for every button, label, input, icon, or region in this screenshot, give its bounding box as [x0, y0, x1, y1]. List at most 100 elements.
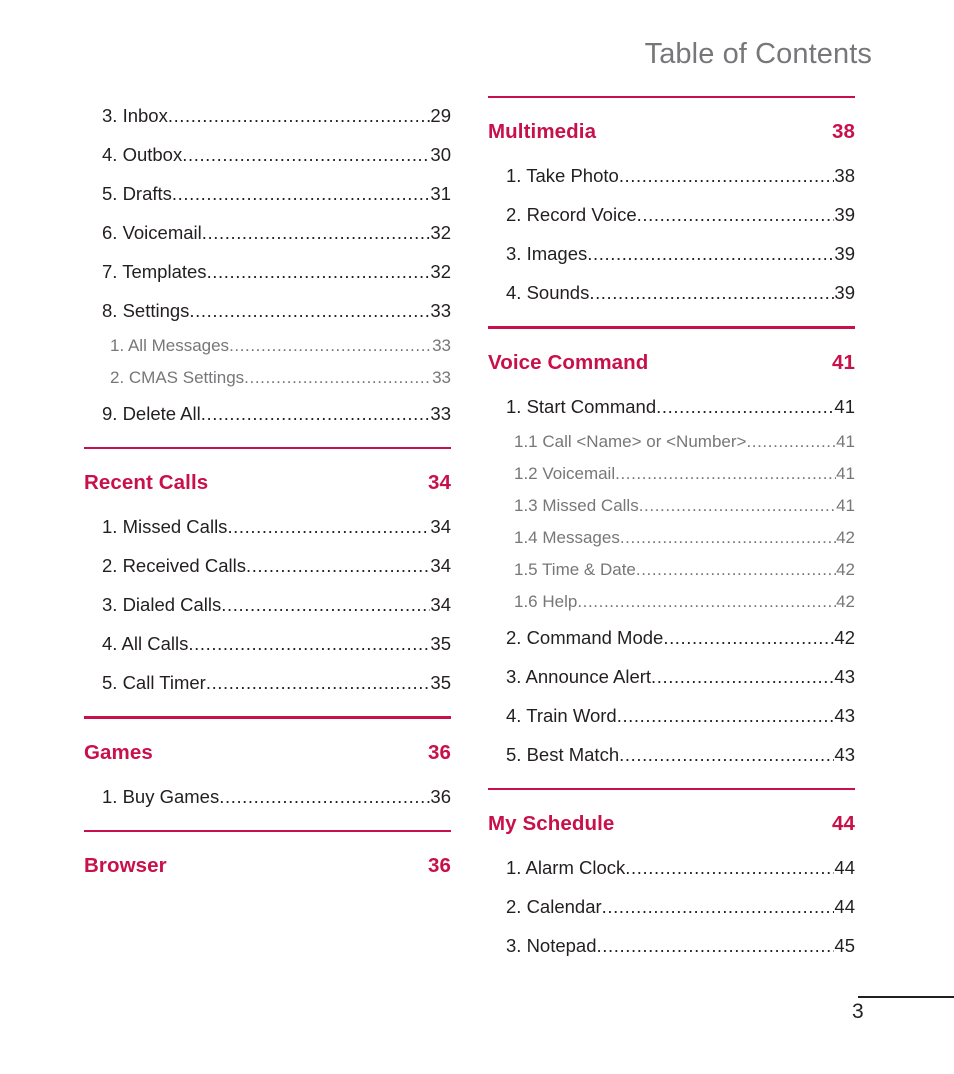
toc-entry[interactable]: 7. Templates............................… [102, 252, 451, 291]
toc-entry[interactable]: 3. Announce Alert.......................… [506, 657, 855, 696]
toc-entry[interactable]: 9. Delete All ..........................… [102, 394, 451, 433]
toc-entry[interactable]: 2. CMAS Settings........................… [110, 362, 451, 394]
toc-entry[interactable]: 5. Drafts...............................… [102, 174, 451, 213]
toc-entry-page-number: 44 [834, 857, 855, 879]
toc-section-header[interactable]: Multimedia 38 [488, 120, 855, 144]
toc-entry[interactable]: 1.5 Time & Date.........................… [514, 554, 855, 586]
toc-entry-page-number: 38 [834, 165, 855, 187]
toc-entry-label: 4. Train Word [506, 704, 617, 726]
toc-section-header[interactable]: Voice Command 41 [488, 351, 855, 375]
toc-entry[interactable]: 6. Voicemail............................… [102, 213, 451, 252]
toc-entry-label: 4. All Calls [102, 633, 189, 655]
page-title: Table of Contents [644, 38, 872, 70]
toc-entry-label: 1. All Messages [110, 336, 230, 355]
toc-entry[interactable]: 3. Dialed Calls ........................… [102, 585, 451, 624]
toc-entry-label: 1.1 Call <Name> or <Number> [514, 431, 747, 451]
toc-entry-page-number: 41 [836, 495, 855, 515]
toc-dot-leader: ........................................… [656, 395, 835, 417]
toc-entry-page-number: 33 [432, 336, 451, 355]
toc-entry[interactable]: 1. Buy Games............................… [102, 777, 451, 816]
toc-section-title: Voice Command [488, 350, 649, 374]
toc-entry-page-number: 45 [834, 935, 855, 957]
toc-section-header[interactable]: Recent Calls 34 [84, 471, 451, 495]
toc-entry-page-number: 39 [834, 282, 855, 304]
toc-section-page-number: 36 [427, 854, 451, 878]
toc-entry-label: 4. Sounds [506, 282, 590, 304]
toc-section-page-number: 34 [427, 471, 451, 495]
toc-entry-label: 1. Start Command [506, 395, 657, 417]
toc-section-title: Multimedia [488, 120, 597, 144]
toc-dot-leader: ........................................… [638, 495, 836, 515]
toc-dot-leader: ........................................… [188, 633, 431, 655]
toc-entry-page-number: 42 [836, 559, 855, 579]
toc-section-header[interactable]: Browser 36 [84, 854, 451, 878]
toc-entry-label: 2. Received Calls [102, 555, 246, 577]
toc-entry[interactable]: 8. Settings.............................… [102, 291, 451, 330]
toc-entry-label: 5. Call Timer [102, 672, 206, 694]
toc-entry-label: 5. Drafts [102, 183, 172, 204]
toc-section-header[interactable]: Games 36 [84, 741, 451, 765]
toc-entry[interactable]: 4. Train Word...........................… [506, 696, 855, 735]
toc-entry[interactable]: 5. Best Match...........................… [506, 735, 855, 774]
toc-entry[interactable]: 3. Images...............................… [506, 234, 855, 273]
toc-entry[interactable]: 1.2 Voicemail...........................… [514, 458, 855, 490]
toc-dot-leader: ........................................… [619, 743, 834, 765]
toc-entry-page-number: 41 [836, 463, 855, 483]
toc-entry[interactable]: 1. Take Photo...........................… [506, 156, 855, 195]
toc-section-header[interactable]: My Schedule 44 [488, 812, 855, 836]
toc-entry-label: 1. Missed Calls [102, 516, 228, 538]
toc-entry-label: 3. Announce Alert [506, 665, 652, 687]
toc-entry[interactable]: 3. Inbox................................… [102, 96, 451, 135]
toc-dot-leader: ........................................… [615, 463, 837, 483]
toc-entry-page-number: 35 [430, 672, 451, 694]
toc-entry-label: 1.4 Messages [514, 527, 620, 547]
toc-dot-leader: ........................................… [244, 368, 432, 387]
toc-entry-label: 6. Voicemail [102, 222, 202, 243]
toc-entry-page-number: 44 [834, 896, 855, 918]
toc-entry[interactable]: 2. Command Mode.........................… [506, 618, 855, 657]
toc-entry[interactable]: 2. Received Calls ......................… [102, 546, 451, 585]
toc-entry-page-number: 39 [834, 243, 855, 265]
toc-dot-leader: ........................................… [245, 555, 431, 577]
toc-entry[interactable]: 4. All Calls............................… [102, 624, 451, 663]
toc-entry[interactable]: 1.6 Help................................… [514, 586, 855, 618]
toc-entry-label: 3. Dialed Calls [102, 594, 222, 616]
toc-entry[interactable]: 5. Call Timer...........................… [102, 663, 451, 702]
toc-entry-label: 4. Outbox [102, 144, 183, 165]
toc-entry[interactable]: 2. Record Voice.........................… [506, 195, 855, 234]
toc-entry[interactable]: 1. Start Command........................… [506, 387, 855, 426]
toc-entry-label: 3. Images [506, 243, 588, 265]
toc-entry-page-number: 41 [836, 431, 855, 451]
toc-entry-label: 2. CMAS Settings [110, 368, 245, 387]
toc-entry-page-number: 29 [430, 105, 451, 126]
toc-entry-label: 1. Buy Games [102, 785, 220, 807]
toc-entry-page-number: 33 [430, 403, 451, 424]
toc-entry[interactable]: 2. Calendar.............................… [506, 887, 855, 926]
toc-entry[interactable]: 3. Notepad..............................… [506, 926, 855, 965]
toc-dot-leader: ........................................… [171, 183, 431, 204]
toc-entry[interactable]: 4. Outbox...............................… [102, 135, 451, 174]
toc-entry-label: 1. Alarm Clock [506, 857, 626, 879]
toc-entry-label: 3. Inbox [102, 105, 168, 126]
toc-dot-leader: ........................................… [636, 204, 835, 226]
toc-entry[interactable]: 1.4 Messages............................… [514, 522, 855, 554]
toc-entry[interactable]: 4. Sounds...............................… [506, 273, 855, 312]
toc-entry[interactable]: 1. All Messages.........................… [110, 330, 451, 362]
toc-entry[interactable]: 1. Alarm Clock..........................… [506, 848, 855, 887]
toc-entry[interactable]: 1.3 Missed Calls........................… [514, 490, 855, 522]
toc-entry-label: 1.6 Help [514, 591, 578, 611]
toc-entry-page-number: 41 [834, 395, 855, 417]
toc-dot-leader: ........................................… [577, 591, 836, 611]
toc-entry-label: 1.5 Time & Date [514, 559, 636, 579]
toc-entry-page-number: 42 [834, 626, 855, 648]
toc-entry[interactable]: 1.1 Call <Name> or <Number>.............… [514, 426, 855, 458]
toc-dot-leader: ........................................… [619, 527, 837, 547]
toc-entry[interactable]: 1. Missed Calls.........................… [102, 507, 451, 546]
toc-entry-label: 8. Settings [102, 300, 190, 321]
toc-entry-page-number: 34 [430, 594, 451, 616]
